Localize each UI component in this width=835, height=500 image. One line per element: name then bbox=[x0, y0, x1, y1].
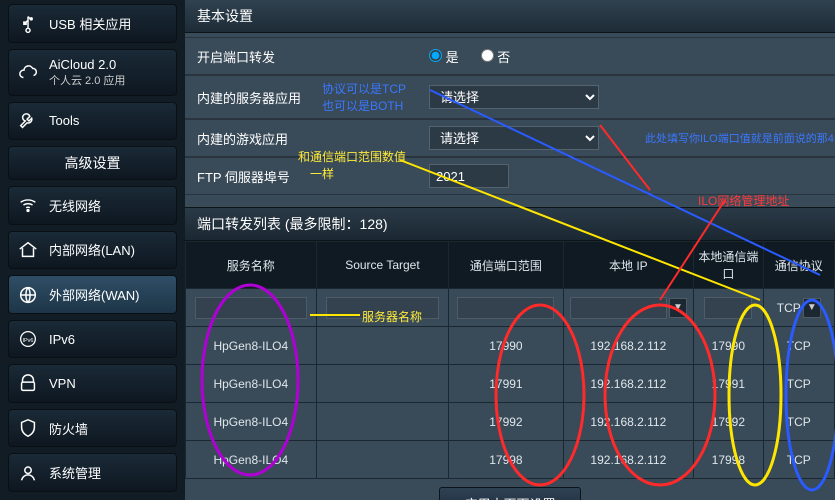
radio-enable-no[interactable]: 否 bbox=[481, 47, 511, 66]
wrench-icon bbox=[17, 110, 39, 132]
input-source-target[interactable] bbox=[326, 297, 440, 319]
sidebar-item-label: 系统管理 bbox=[49, 463, 101, 482]
th-service-name: 服务名称 bbox=[186, 242, 317, 289]
svg-text:IPv6: IPv6 bbox=[22, 338, 33, 344]
sidebar-item-lan[interactable]: 内部网络(LAN) bbox=[8, 231, 177, 270]
panel-title-basic: 基本设置 bbox=[185, 0, 835, 33]
sidebar-item-tools[interactable]: Tools bbox=[8, 102, 177, 141]
sidebar-item-vpn[interactable]: VPN bbox=[8, 364, 177, 403]
label-server-app: 内建的服务器应用 bbox=[185, 88, 423, 107]
input-service-name[interactable] bbox=[195, 297, 307, 319]
usb-icon bbox=[17, 12, 39, 34]
sidebar-item-usb[interactable]: USB 相关应用 bbox=[8, 4, 177, 43]
input-port-range[interactable] bbox=[457, 297, 554, 319]
sidebar-item-wan[interactable]: 外部网络(WAN) bbox=[8, 275, 177, 314]
select-server-app[interactable]: 请选择 bbox=[429, 85, 599, 109]
sidebar-item-wireless[interactable]: 无线网络 bbox=[8, 186, 177, 225]
sidebar-item-label: AiCloud 2.0 bbox=[49, 57, 116, 72]
sidebar-item-label: Tools bbox=[49, 113, 79, 128]
table-row[interactable]: HpGen8-ILO4 17992 192.168.2.112 17992 TC… bbox=[186, 403, 835, 441]
label-ftp-port: FTP 伺服器埠号 bbox=[185, 167, 423, 186]
radio-enable-yes[interactable]: 是 bbox=[429, 47, 459, 66]
th-port-range: 通信端口范围 bbox=[449, 242, 563, 289]
home-icon bbox=[17, 239, 39, 261]
globe-icon bbox=[17, 284, 39, 306]
th-local-port: 本地通信端口 bbox=[694, 242, 763, 289]
sidebar-item-label: 内部网络(LAN) bbox=[49, 240, 135, 259]
sidebar-item-label: 防火墙 bbox=[49, 419, 88, 438]
sidebar-item-sublabel: 个人云 2.0 应用 bbox=[49, 72, 125, 88]
label-enable-portforward: 开启端口转发 bbox=[185, 47, 423, 66]
label-game-app: 内建的游戏应用 bbox=[185, 129, 423, 148]
shield-icon bbox=[17, 417, 39, 439]
th-source-target: Source Target bbox=[316, 242, 449, 289]
table-row[interactable]: HpGen8-ILO4 17990 192.168.2.112 17990 TC… bbox=[186, 327, 835, 365]
table-title-portforward: 端口转发列表 (最多限制：128) bbox=[185, 207, 835, 241]
input-ftp-port[interactable] bbox=[429, 164, 509, 188]
table-row[interactable]: HpGen8-ILO4 17998 192.168.2.112 17998 TC… bbox=[186, 441, 835, 479]
th-local-ip: 本地 IP bbox=[563, 242, 694, 289]
input-local-ip[interactable] bbox=[570, 297, 667, 319]
sidebar-item-label: 无线网络 bbox=[49, 196, 101, 215]
table-input-row: ▼ TCP ▼ bbox=[186, 289, 835, 327]
sidebar-item-label: 外部网络(WAN) bbox=[49, 285, 140, 304]
table-header-row: 服务名称 Source Target 通信端口范围 本地 IP 本地通信端口 通… bbox=[186, 242, 835, 289]
proto-value: TCP bbox=[777, 301, 801, 315]
sidebar-item-aicloud[interactable]: AiCloud 2.0 个人云 2.0 应用 bbox=[8, 49, 177, 96]
input-local-port[interactable] bbox=[704, 297, 752, 319]
select-game-app[interactable]: 请选择 bbox=[429, 126, 599, 150]
ipv6-icon: IPv6 bbox=[17, 328, 39, 350]
table-row[interactable]: HpGen8-ILO4 17991 192.168.2.112 17991 TC… bbox=[186, 365, 835, 403]
ip-dropdown-icon[interactable]: ▼ bbox=[669, 298, 687, 318]
vpn-icon bbox=[17, 373, 39, 395]
sidebar-item-label: IPv6 bbox=[49, 332, 75, 347]
sidebar-item-ipv6[interactable]: IPv6 IPv6 bbox=[8, 320, 177, 359]
th-protocol: 通信协议 bbox=[763, 242, 834, 289]
apply-button[interactable]: 应用本页面设置 bbox=[439, 487, 580, 500]
proto-dropdown-icon[interactable]: ▼ bbox=[803, 298, 821, 318]
sidebar-item-admin[interactable]: 系统管理 bbox=[8, 453, 177, 492]
sidebar-item-firewall[interactable]: 防火墙 bbox=[8, 409, 177, 448]
wifi-icon bbox=[17, 194, 39, 216]
sidebar-item-label: VPN bbox=[49, 376, 76, 391]
sidebar-section-advanced: 高级设置 bbox=[8, 146, 177, 180]
cloud-icon bbox=[17, 61, 39, 83]
user-icon bbox=[17, 462, 39, 484]
sidebar-item-label: USB 相关应用 bbox=[49, 14, 131, 33]
